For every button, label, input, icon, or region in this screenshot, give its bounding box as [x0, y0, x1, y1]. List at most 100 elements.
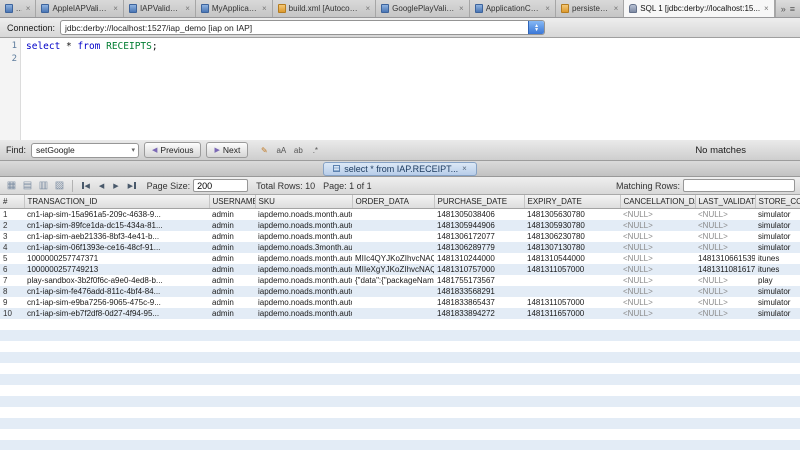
match-case-icon[interactable]: aA [274, 143, 288, 157]
tab-sql-1-jdbc-derby-localhost-1[interactable]: SQL 1 [jdbc:derby://localhost:15... × [624, 0, 774, 17]
connection-select[interactable]: jdbc:derby://localhost:1527/iap_demo [ia… [60, 20, 545, 35]
empty-cell [255, 407, 352, 418]
column-header-last-validated[interactable]: LAST_VALIDATED [695, 195, 755, 208]
tab-iapvalidator-java[interactable]: IAPValidator.java× [124, 0, 196, 17]
table-cell: iapdemo.noads.3month.auto [255, 242, 352, 253]
table-cell: play-sandbox-3b2f0f6c-a9e0-4ed8-b... [24, 275, 209, 286]
column-header-purchase-date[interactable]: PURCHASE_DATE [434, 195, 524, 208]
column-header-username[interactable]: USERNAME [209, 195, 255, 208]
result-close-icon[interactable]: × [462, 164, 467, 173]
table-cell: <NULL> [620, 275, 695, 286]
empty-cell [0, 363, 24, 374]
table-row[interactable]: 3cn1-iap-sim-aeb21336-8bf3-4e41-b...admi… [0, 231, 800, 242]
empty-cell [695, 352, 755, 363]
column-header-transaction-id[interactable]: TRANSACTION_ID [24, 195, 209, 208]
find-input[interactable]: setGoogle ▾ [31, 143, 139, 158]
delete-record-icon[interactable]: ▥ [37, 180, 50, 191]
tab-close-icon[interactable]: × [185, 4, 190, 13]
table-cell: <NULL> [695, 297, 755, 308]
empty-cell [524, 330, 620, 341]
table-row[interactable]: 8cn1-iap-sim-fe476add-811c-4bf4-84...adm… [0, 286, 800, 297]
tab-build-xml-autocompletetext[interactable]: build.xml [AutocompleteText]× [273, 0, 377, 17]
table-row[interactable]: 4cn1-iap-sim-06f1393e-ce16-48cf-91...adm… [0, 242, 800, 253]
commit-record-icon[interactable]: ▨ [53, 180, 66, 191]
tab-close-icon[interactable]: × [614, 4, 619, 13]
java-file-icon [381, 4, 389, 13]
find-dropdown-icon[interactable]: ▾ [132, 146, 136, 154]
table-row[interactable]: 1cn1-iap-sim-15a961a5-209c-4638-9...admi… [0, 208, 800, 220]
table-cell: 1481310244000 [434, 253, 524, 264]
first-page-button[interactable]: ◀ [79, 182, 93, 190]
empty-cell [255, 341, 352, 352]
table-cell: admin [209, 308, 255, 319]
tab-close-icon[interactable]: × [545, 4, 550, 13]
find-previous-button[interactable]: ◀ Previous [144, 142, 201, 158]
table-row[interactable]: 2cn1-iap-sim-89fce1da-dc15-434a-81...adm… [0, 220, 800, 231]
empty-cell [209, 429, 255, 440]
table-row[interactable]: 7play-sandbox-3b2f0f6c-a9e0-4ed8-b...adm… [0, 275, 800, 286]
page-size-input[interactable] [193, 179, 248, 192]
insert-record-icon[interactable]: ▤ [21, 180, 34, 191]
empty-cell [620, 385, 695, 396]
empty-cell [24, 396, 209, 407]
table-row[interactable]: 10cn1-iap-sim-eb7f2df8-0d27-4f94-95...ad… [0, 308, 800, 319]
table-cell: simulator [755, 297, 800, 308]
empty-cell [755, 374, 800, 385]
tab-myapplication-java[interactable]: MyApplication.java× [196, 0, 273, 17]
previous-page-button[interactable]: ◀ [96, 182, 107, 190]
sql-editor[interactable]: 1 2 select * from RECEIPTS; [0, 38, 800, 140]
column-header--[interactable]: # [0, 195, 24, 208]
edit-cell-icon[interactable]: ▦ [5, 180, 18, 191]
empty-cell [24, 352, 209, 363]
tab-list-icon[interactable]: ≡ [790, 4, 795, 14]
line-number-gutter: 1 2 [0, 38, 21, 140]
tab-close-icon[interactable]: × [764, 4, 769, 13]
table-row[interactable]: 51000000257747371adminiapdemo.noads.mont… [0, 253, 800, 264]
table-cell: iapdemo.noads.month.auto [255, 231, 352, 242]
editor-tab-bar: ..tor×AppleIAPValidator.java×IAPValidato… [0, 0, 800, 18]
matching-rows-input[interactable] [683, 179, 795, 192]
result-window-tab[interactable]: select * from IAP.RECEIPT... × [323, 162, 477, 176]
column-header-expiry-date[interactable]: EXPIRY_DATE [524, 195, 620, 208]
tab-tor[interactable]: ..tor× [0, 0, 36, 17]
first-page-bar-icon [82, 182, 84, 189]
find-bar: Find: setGoogle ▾ ◀ Previous ▶ Next ✎ aA… [0, 140, 800, 161]
empty-cell [0, 440, 24, 450]
empty-cell [434, 330, 524, 341]
empty-cell [620, 330, 695, 341]
tab-close-icon[interactable]: × [459, 4, 464, 13]
tab-close-icon[interactable]: × [113, 4, 118, 13]
find-options: ✎ aA ab .* [257, 143, 322, 157]
last-page-button[interactable]: ▶ [125, 182, 139, 190]
tab-label: SQL 1 [jdbc:derby://localhost:15... [640, 4, 760, 13]
find-next-button[interactable]: ▶ Next [206, 142, 248, 158]
column-header-sku[interactable]: SKU [255, 195, 352, 208]
table-cell [352, 286, 434, 297]
regex-icon[interactable]: .* [308, 143, 322, 157]
column-header-order-data[interactable]: ORDER_DATA [352, 195, 434, 208]
column-header-cancellation-date[interactable]: CANCELLATION_DATE [620, 195, 695, 208]
table-row[interactable]: 61000000257749213adminiapdemo.noads.mont… [0, 264, 800, 275]
tab-appleiapvalidator-java[interactable]: AppleIAPValidator.java× [36, 0, 123, 17]
whole-word-icon[interactable]: ab [291, 143, 305, 157]
tab-persistence-xml[interactable]: persistence.xml× [556, 0, 624, 17]
tab-close-icon[interactable]: × [26, 4, 31, 13]
column-header-store-code[interactable]: STORE_CODE [755, 195, 800, 208]
empty-cell [352, 418, 434, 429]
table-row[interactable]: 9cn1-iap-sim-e9ba7256-9065-475c-9...admi… [0, 297, 800, 308]
table-header-row: #TRANSACTION_IDUSERNAMESKUORDER_DATAPURC… [0, 195, 800, 208]
empty-cell [434, 440, 524, 450]
highlight-results-icon[interactable]: ✎ [257, 143, 271, 157]
connection-dropdown-icon[interactable]: ▲ ▼ [528, 21, 544, 34]
empty-cell [255, 363, 352, 374]
table-cell: 10 [0, 308, 24, 319]
next-page-button[interactable]: ▶ [110, 182, 121, 190]
sql-code[interactable]: select * from RECEIPTS; [21, 38, 158, 140]
tab-close-icon[interactable]: × [262, 4, 267, 13]
tab-googleplayvalidator-java[interactable]: GooglePlayValidator.java× [376, 0, 470, 17]
empty-cell [24, 330, 209, 341]
tab-overflow-icon[interactable]: » [781, 4, 786, 14]
empty-cell [209, 319, 255, 330]
tab-close-icon[interactable]: × [365, 4, 370, 13]
tab-applicationconfig-java[interactable]: ApplicationConfig.java× [470, 0, 556, 17]
